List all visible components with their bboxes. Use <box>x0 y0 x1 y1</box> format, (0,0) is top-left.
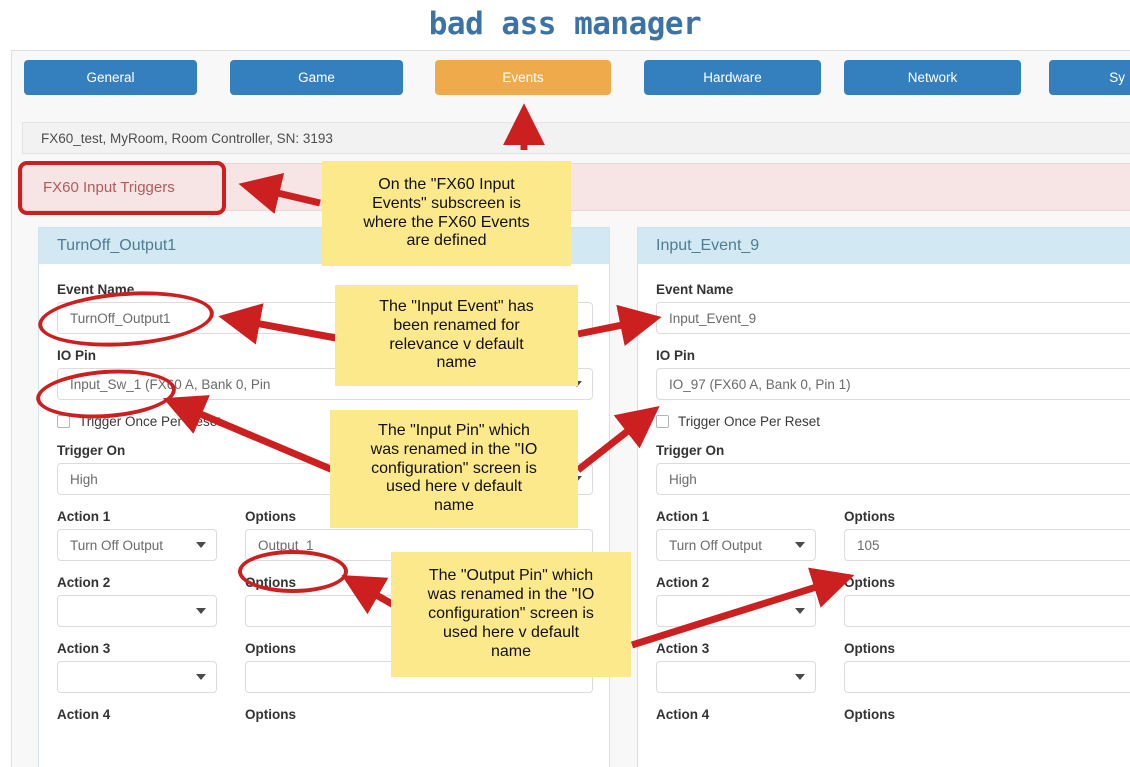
section-header-text: FX60 Input Triggers <box>43 178 175 196</box>
trigger-on-value: High <box>70 471 98 487</box>
options-1-input[interactable]: 105 <box>844 529 1130 561</box>
action-4-label: Action 4 <box>656 707 710 722</box>
options-3-input[interactable] <box>245 661 593 693</box>
trigger-on-select[interactable]: High <box>57 463 593 495</box>
action-3-select[interactable] <box>656 661 816 693</box>
event-card-right: Input_Event_9 Event Name Input_Event_9 I… <box>637 227 1130 767</box>
trigger-once-label: Trigger Once Per Reset <box>678 414 821 429</box>
event-name-input[interactable]: Input_Event_9 <box>656 302 1130 334</box>
action-2-label: Action 2 <box>57 575 111 590</box>
options-1-input[interactable]: Output_1 <box>245 529 593 561</box>
trigger-on-select[interactable]: High <box>656 463 1130 495</box>
trigger-once-checkbox[interactable] <box>57 415 70 428</box>
trigger-on-label: Trigger On <box>57 443 126 458</box>
io-pin-label: IO Pin <box>57 348 97 363</box>
options-3-label: Options <box>245 641 296 656</box>
action-1-value: Turn Off Output <box>669 537 763 553</box>
breadcrumb-text: FX60_test, MyRoom, Room Controller, SN: … <box>41 130 333 146</box>
options-2-label: Options <box>844 575 895 590</box>
options-1-label: Options <box>844 509 895 524</box>
card-header-title: Input_Event_9 <box>638 228 1130 264</box>
io-pin-value: IO_97 (FX60 A, Bank 0, Pin 1) <box>669 376 851 392</box>
options-3-input[interactable] <box>844 661 1130 693</box>
chevron-down-icon <box>795 542 805 548</box>
trigger-once-checkbox[interactable] <box>656 415 669 428</box>
io-pin-select[interactable]: IO_97 (FX60 A, Bank 0, Pin 1) <box>656 368 1130 400</box>
options-2-label: Options <box>245 575 296 590</box>
tab-game[interactable]: Game <box>230 60 403 95</box>
action-2-label: Action 2 <box>656 575 710 590</box>
trigger-once-label: Trigger Once Per Reset <box>79 414 222 429</box>
action-1-select[interactable]: Turn Off Output <box>57 529 217 561</box>
event-name-label: Event Name <box>57 282 135 297</box>
chevron-down-icon <box>572 381 582 387</box>
action-2-select[interactable] <box>57 595 217 627</box>
chevron-down-icon <box>795 674 805 680</box>
action-4-label: Action 4 <box>57 707 111 722</box>
trigger-on-value: High <box>669 471 697 487</box>
event-card-left: TurnOff_Output1 Event Name TurnOff_Outpu… <box>38 227 610 767</box>
options-4-label: Options <box>245 707 296 722</box>
section-header: FX60 Input Triggers <box>22 163 1130 211</box>
tab-general[interactable]: General <box>24 60 197 95</box>
tab-events[interactable]: Events <box>435 60 611 95</box>
io-pin-select[interactable]: Input_Sw_1 (FX60 A, Bank 0, Pin <box>57 368 593 400</box>
app-title: bad Ass manager <box>428 6 702 42</box>
chevron-down-icon <box>196 674 206 680</box>
action-2-select[interactable] <box>656 595 816 627</box>
options-2-input[interactable] <box>245 595 593 627</box>
options-1-label: Options <box>245 509 296 524</box>
chevron-down-icon <box>196 542 206 548</box>
trigger-once-row[interactable]: Trigger Once Per Reset <box>57 414 591 429</box>
options-2-input[interactable] <box>844 595 1130 627</box>
tab-system[interactable]: Sy <box>1049 60 1130 95</box>
options-3-label: Options <box>844 641 895 656</box>
trigger-on-label: Trigger On <box>656 443 725 458</box>
options-4-label: Options <box>844 707 895 722</box>
event-name-label: Event Name <box>656 282 734 297</box>
action-1-value: Turn Off Output <box>70 537 164 553</box>
breadcrumb: FX60_test, MyRoom, Room Controller, SN: … <box>22 122 1130 154</box>
io-pin-label: IO Pin <box>656 348 696 363</box>
tab-bar: General Game Events Hardware Network Sy <box>11 60 1130 108</box>
action-1-label: Action 1 <box>656 509 710 524</box>
card-header-title: TurnOff_Output1 <box>39 228 609 264</box>
chevron-down-icon <box>795 608 805 614</box>
chevron-down-icon <box>196 608 206 614</box>
io-pin-value: Input_Sw_1 (FX60 A, Bank 0, Pin <box>70 376 271 392</box>
action-3-label: Action 3 <box>656 641 710 656</box>
tab-network[interactable]: Network <box>844 60 1021 95</box>
action-3-select[interactable] <box>57 661 217 693</box>
trigger-once-row[interactable]: Trigger Once Per Reset <box>656 414 1130 429</box>
action-3-label: Action 3 <box>57 641 111 656</box>
chevron-down-icon <box>572 476 582 482</box>
tab-hardware[interactable]: Hardware <box>644 60 821 95</box>
action-1-select[interactable]: Turn Off Output <box>656 529 816 561</box>
action-1-label: Action 1 <box>57 509 111 524</box>
event-name-input[interactable]: TurnOff_Output1 <box>57 302 593 334</box>
